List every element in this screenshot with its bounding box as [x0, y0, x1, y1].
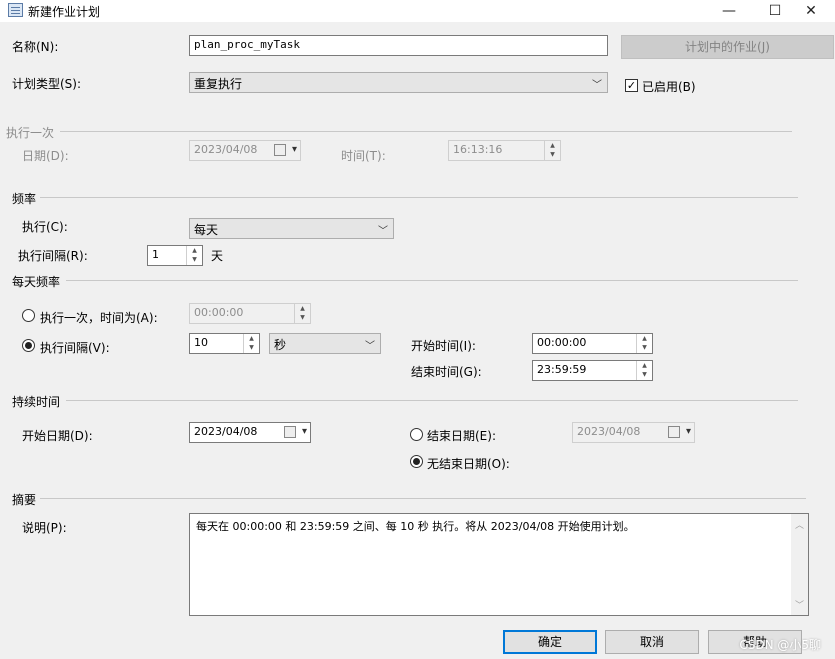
start-time-label: 开始时间(I): — [411, 339, 476, 353]
occurs-once-time-input[interactable]: 00:00:00 ▲ ▼ — [189, 303, 311, 324]
occurs-once-label: 执行一次，时间为(A): — [40, 311, 158, 325]
end-date-value: 2023/04/08 — [577, 425, 641, 438]
cancel-button[interactable]: 取消 — [605, 630, 699, 654]
scroll-down-icon[interactable]: ﹀ — [791, 598, 808, 611]
recurs-value: 1 — [152, 248, 159, 261]
start-time-value: 00:00:00 — [537, 336, 587, 349]
one-time-time-label: 时间(T): — [341, 149, 386, 163]
interval-spinner[interactable]: ▲ ▼ — [243, 334, 259, 353]
time-spinner[interactable]: ▲ ▼ — [544, 141, 560, 160]
scroll-up-icon[interactable]: ︿ — [791, 518, 808, 531]
minimize-button[interactable]: — — [706, 0, 752, 22]
time-spinner[interactable]: ▲ ▼ — [636, 361, 652, 380]
end-date-label: 结束日期(E): — [427, 429, 496, 443]
one-time-time-value: 16:13:16 — [453, 143, 503, 156]
occurs-value: 每天 — [194, 223, 219, 237]
recurs-label: 执行间隔(R): — [18, 249, 88, 263]
daily-frequency-group-label: 每天频率 — [12, 275, 61, 289]
no-end-date-label: 无结束日期(O): — [427, 457, 510, 471]
end-date-radio[interactable] — [410, 428, 423, 441]
occurs-every-input[interactable]: 10 ▲ ▼ — [189, 333, 260, 354]
one-time-date-label: 日期(D): — [22, 149, 69, 163]
end-time-input[interactable]: 23:59:59 ▲ ▼ — [532, 360, 653, 381]
no-end-date-radio[interactable] — [410, 455, 423, 468]
duration-divider — [66, 400, 798, 401]
interval-unit-select[interactable]: 秒 ﹀ — [269, 333, 381, 354]
close-button[interactable]: ✕ — [788, 0, 834, 22]
duration-group-label: 持续时间 — [12, 395, 61, 409]
window-icon — [8, 3, 23, 17]
calendar-icon — [274, 144, 286, 156]
frequency-divider — [40, 197, 798, 198]
enabled-label: 已启用(B) — [642, 80, 696, 94]
occurs-label: 执行(C): — [22, 220, 68, 234]
chevron-down-icon: ▾ — [301, 426, 307, 437]
start-date-value: 2023/04/08 — [194, 425, 258, 438]
summary-divider — [40, 498, 806, 499]
occurs-every-label: 执行间隔(V): — [40, 341, 110, 355]
description-scrollbar[interactable]: ︿ ﹀ — [791, 514, 808, 615]
chevron-down-icon: ▾ — [291, 144, 297, 155]
occurs-every-radio[interactable] — [22, 339, 35, 352]
end-date-input[interactable]: 2023/04/08 ▾ — [572, 422, 695, 443]
one-time-time-input[interactable]: 16:13:16 ▲ ▼ — [448, 140, 561, 161]
one-time-date-input[interactable]: 2023/04/08 ▾ — [189, 140, 301, 161]
occurs-once-radio[interactable] — [22, 309, 35, 322]
enabled-checkbox[interactable]: ✓ — [625, 79, 638, 92]
frequency-group-label: 频率 — [12, 192, 37, 206]
description-text: 每天在 00:00:00 和 23:59:59 之间、每 10 秒 执行。将从 … — [196, 520, 635, 533]
occurs-once-time-value: 00:00:00 — [194, 306, 244, 319]
name-label: 名称(N): — [12, 40, 59, 54]
recurs-input[interactable]: 1 ▲ ▼ — [147, 245, 203, 266]
jobs-in-schedule-button[interactable]: 计划中的作业(J) — [621, 35, 834, 59]
recurs-spinner[interactable]: ▲ ▼ — [186, 246, 202, 265]
recurs-unit: 天 — [211, 249, 224, 263]
chevron-down-icon: ﹀ — [378, 226, 388, 237]
end-time-label: 结束时间(G): — [411, 365, 482, 379]
chevron-down-icon: ﹀ — [365, 341, 375, 352]
window-title: 新建作业计划 — [28, 5, 101, 19]
name-input[interactable]: plan_proc_myTask — [189, 35, 608, 56]
one-time-group-label: 执行一次 — [6, 126, 55, 140]
description-textarea[interactable]: 每天在 00:00:00 和 23:59:59 之间、每 10 秒 执行。将从 … — [189, 513, 809, 616]
summary-group-label: 摘要 — [12, 493, 37, 507]
occurs-select[interactable]: 每天 ﹀ — [189, 218, 394, 239]
calendar-icon — [284, 426, 296, 438]
description-label: 说明(P): — [22, 521, 67, 535]
start-date-label: 开始日期(D): — [22, 429, 93, 443]
one-time-date-value: 2023/04/08 — [194, 143, 258, 156]
start-date-input[interactable]: 2023/04/08 ▾ — [189, 422, 311, 443]
time-spinner[interactable]: ▲ ▼ — [636, 334, 652, 353]
one-time-divider — [60, 131, 792, 132]
calendar-icon — [668, 426, 680, 438]
daily-frequency-divider — [66, 280, 798, 281]
occurs-every-value: 10 — [194, 336, 208, 349]
end-time-value: 23:59:59 — [537, 363, 587, 376]
schedule-type-label: 计划类型(S): — [12, 77, 82, 91]
interval-unit-value: 秒 — [274, 338, 287, 352]
title-bar: 新建作业计划 — ☐ ✕ — [0, 0, 835, 22]
schedule-type-select[interactable]: 重复执行 ﹀ — [189, 72, 608, 93]
ok-button[interactable]: 确定 — [503, 630, 597, 654]
time-spinner[interactable]: ▲ ▼ — [294, 304, 310, 323]
start-time-input[interactable]: 00:00:00 ▲ ▼ — [532, 333, 653, 354]
chevron-down-icon: ﹀ — [592, 80, 602, 91]
schedule-type-value: 重复执行 — [194, 77, 243, 91]
watermark: CSDN @小5聊 — [739, 638, 821, 652]
chevron-down-icon: ▾ — [685, 426, 691, 437]
